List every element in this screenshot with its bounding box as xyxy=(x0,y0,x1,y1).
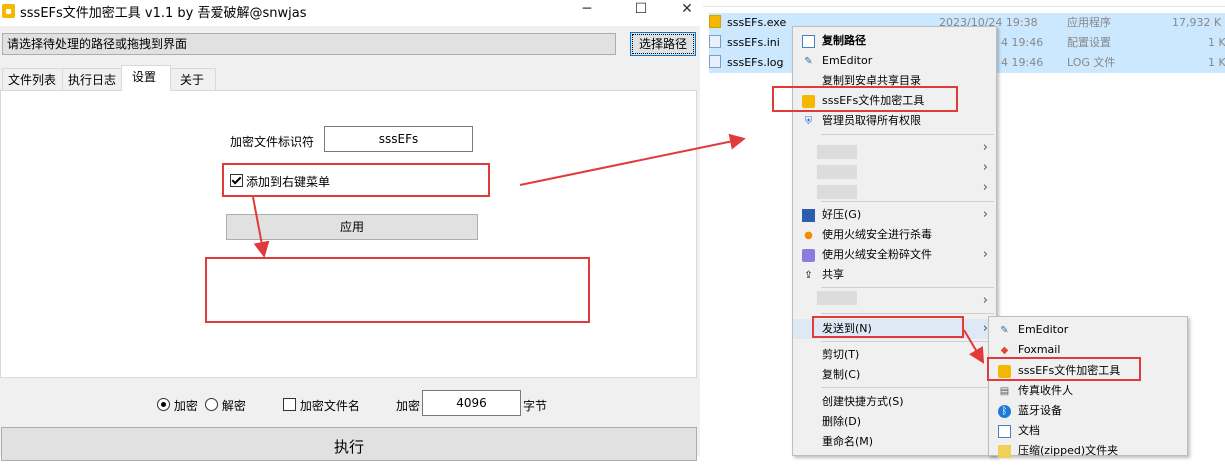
tab-settings[interactable]: 设置 xyxy=(121,65,171,91)
annotation-arrows xyxy=(252,133,985,364)
arrow-to-empty-box xyxy=(252,196,270,258)
arrow-to-sendto-item xyxy=(963,329,985,364)
arrow-to-context-menu xyxy=(519,133,746,186)
